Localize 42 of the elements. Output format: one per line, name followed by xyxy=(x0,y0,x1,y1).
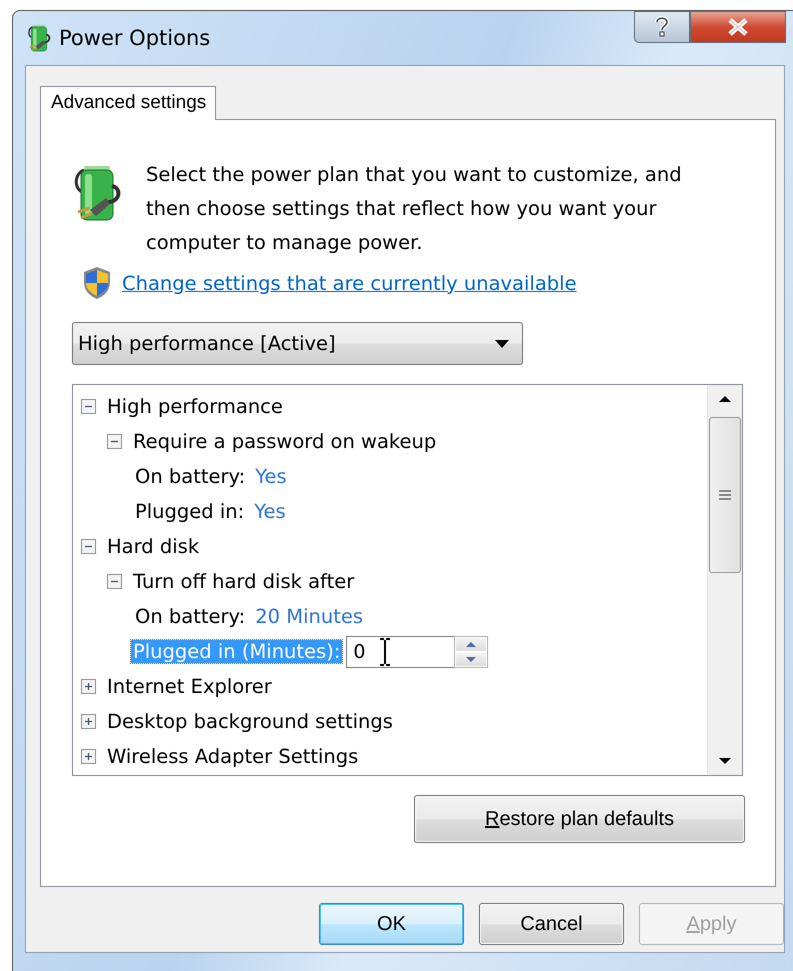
tree-item[interactable]: High performance xyxy=(105,395,285,418)
spin-up-button[interactable] xyxy=(455,636,488,652)
collapse-icon[interactable] xyxy=(107,434,122,449)
help-button[interactable] xyxy=(634,11,690,43)
expand-icon[interactable] xyxy=(81,679,96,694)
tree-item[interactable]: Internet Explorer xyxy=(105,675,274,698)
setting-label[interactable]: On battery: xyxy=(133,465,248,488)
collapse-icon[interactable] xyxy=(81,539,96,554)
setting-label[interactable]: On battery: xyxy=(133,605,248,628)
restore-defaults-button[interactable]: Restore plan defaults xyxy=(414,795,745,843)
expand-icon[interactable] xyxy=(81,749,96,764)
help-icon xyxy=(654,16,670,38)
tab[interactable]: Advanced settings xyxy=(40,86,216,120)
expand-icon[interactable] xyxy=(81,714,96,729)
up-arrow-icon xyxy=(718,395,732,403)
tree-item[interactable]: Hard disk xyxy=(105,535,202,558)
setting-value[interactable]: Yes xyxy=(255,465,287,488)
window-title: Power Options xyxy=(59,26,210,50)
tree-item[interactable]: Wireless Adapter Settings xyxy=(105,745,360,768)
shield-icon xyxy=(82,266,112,300)
setting-value[interactable]: 20 Minutes xyxy=(255,605,364,628)
power-plan-dropdown[interactable]: High performance [Active] xyxy=(72,322,523,365)
spin-down-button[interactable] xyxy=(455,652,488,666)
collapse-icon[interactable] xyxy=(107,574,122,589)
setting-label[interactable]: Plugged in: xyxy=(133,500,246,523)
tree-item[interactable]: Desktop background settings xyxy=(105,710,395,733)
description-text: Select the power plan that you want to customize, and then choose settings that reflect how you want your computer to manage power. xyxy=(146,162,683,256)
tree-item[interactable]: Require a password on wakeup xyxy=(131,430,438,453)
close-button[interactable] xyxy=(690,11,786,43)
close-icon xyxy=(726,17,750,37)
scroll-thumb[interactable] xyxy=(709,417,741,573)
tree-item[interactable]: Turn off hard disk after xyxy=(131,570,356,593)
change-settings-link[interactable]: Change settings that are currently unavailable xyxy=(122,272,577,294)
cancel-button[interactable]: Cancel xyxy=(479,903,624,945)
setting-value[interactable]: Yes xyxy=(254,500,286,523)
collapse-icon[interactable] xyxy=(81,399,96,414)
scrollbar[interactable] xyxy=(707,385,742,775)
minutes-input[interactable]: 0 xyxy=(346,636,454,668)
down-arrow-icon xyxy=(718,757,732,765)
text-cursor-icon xyxy=(378,636,392,666)
ok-button[interactable]: OK xyxy=(319,903,464,945)
dropdown-arrow-icon xyxy=(495,340,509,348)
